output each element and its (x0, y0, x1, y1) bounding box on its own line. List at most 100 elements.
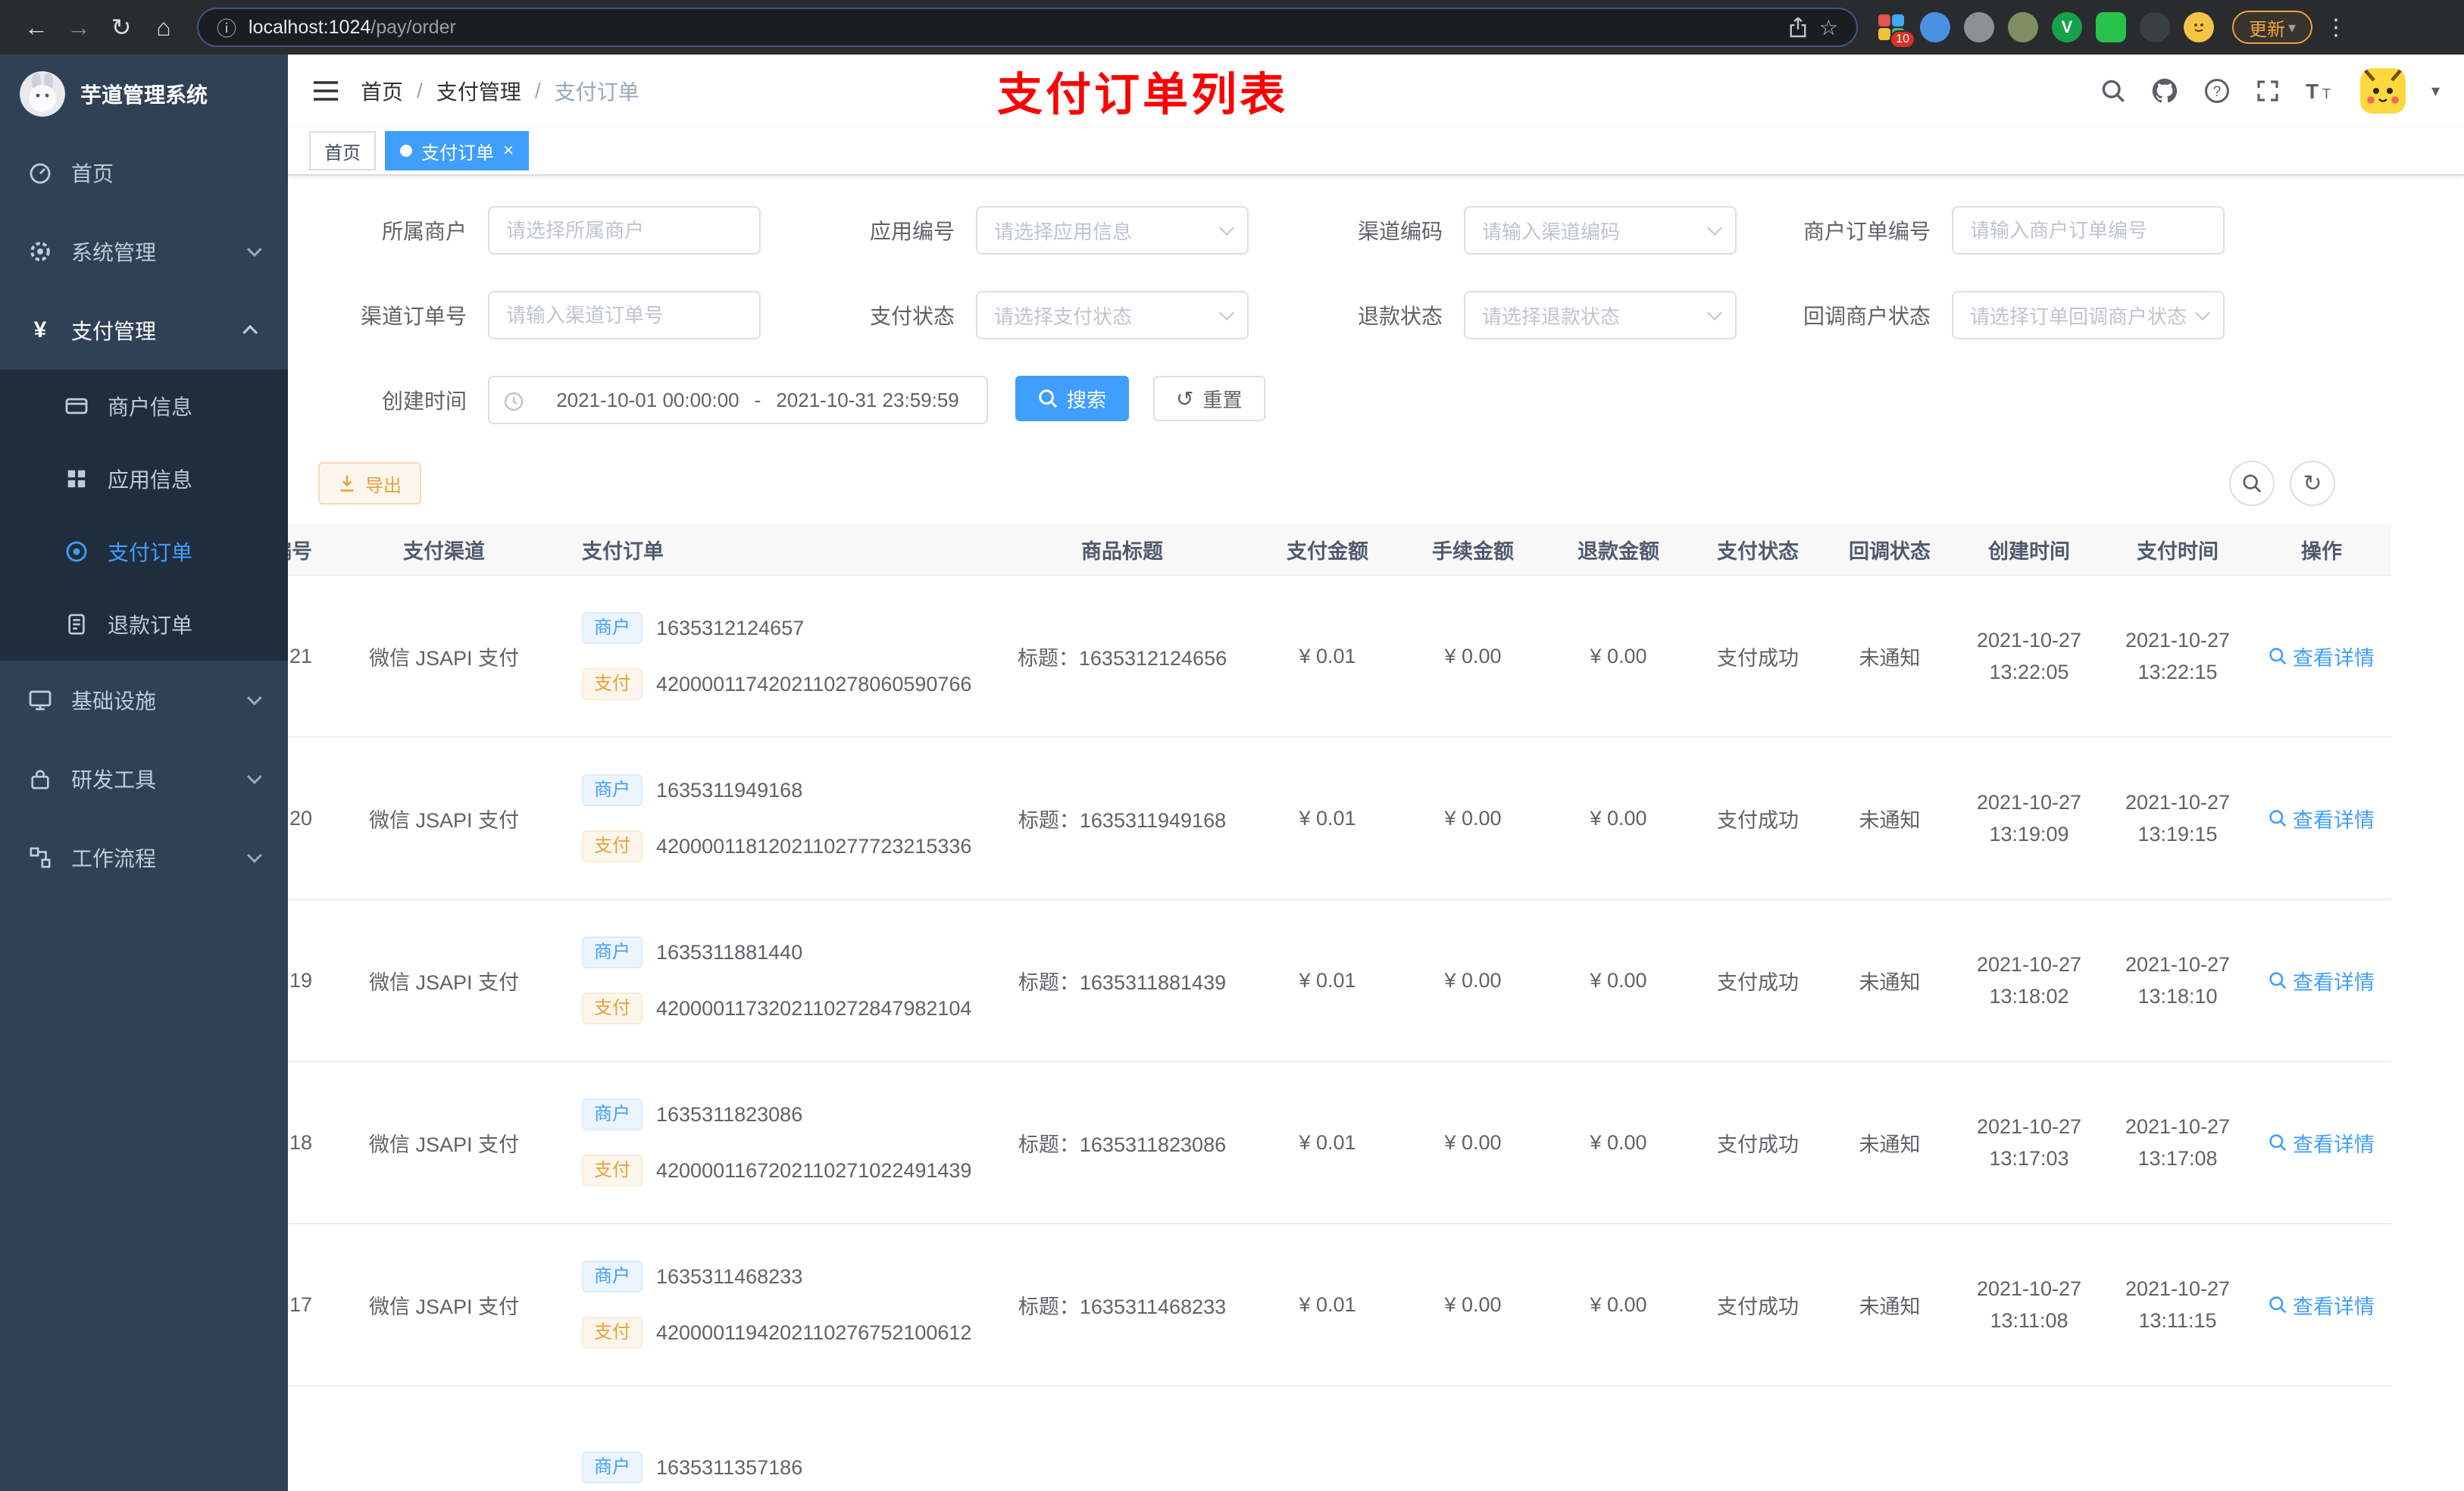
tab-home[interactable]: 首页 (309, 131, 376, 170)
sidebar-item-system[interactable]: 系统管理 (0, 212, 288, 291)
pay-line: 支付 4200001167202110271022491439 (582, 1155, 983, 1186)
green-v-extension-icon[interactable]: V (2052, 12, 2082, 42)
cell-pay-order: 商户 1635311949168 支付 42000011812021102777… (558, 774, 990, 862)
hamburger-icon[interactable] (312, 80, 339, 102)
cell-paid: 2021-10-27 13:17:08 (2125, 1115, 2231, 1170)
cell-status: 支付成功 (1717, 971, 1799, 994)
cell-channel: 微信 JSAPI 支付 (368, 808, 520, 832)
help-icon[interactable]: ? (2204, 78, 2230, 104)
toolbar-right: ↻ (2229, 461, 2335, 506)
merchant-select-input[interactable] (488, 206, 761, 255)
view-detail-link[interactable]: 查看详情 (2269, 966, 2375, 996)
sidebar-item-merchant-info[interactable]: 商户信息 (0, 370, 288, 442)
view-detail-link[interactable]: 查看详情 (2269, 642, 2375, 671)
breadcrumb-pay[interactable]: 支付管理 (436, 76, 521, 106)
cell-paid: 2021-10-27 13:11:15 (2125, 1277, 2231, 1332)
site-info-icon[interactable]: ⓘ (217, 14, 236, 42)
browser-update-button[interactable]: 更新 ▾ (2232, 11, 2313, 44)
avatar-caret-icon[interactable]: ▾ (2431, 81, 2440, 101)
filter-app: 应用编号 请选择应用信息 (806, 206, 1249, 255)
notify-status-select[interactable]: 请选择订单回调商户状态 (1952, 291, 2225, 339)
view-detail-link[interactable]: 查看详情 (2269, 804, 2375, 833)
sidebar-item-workflow[interactable]: 工作流程 (0, 818, 288, 897)
url-bar[interactable]: ⓘ localhost:1024/pay/order ☆ (197, 8, 1858, 47)
share-icon[interactable] (1789, 17, 1807, 38)
refresh-button[interactable]: ↻ (2290, 461, 2335, 506)
merchant-tag: 商户 (582, 612, 643, 644)
user-avatar[interactable] (2359, 68, 2406, 114)
view-detail-link[interactable]: 查看详情 (2269, 1290, 2375, 1320)
cell-id: 18 (289, 1130, 312, 1154)
filter-row-3: 创建时间 2021-10-01 00:00:00 - 2021-10-31 23… (318, 376, 2464, 424)
search-icon[interactable] (2101, 79, 2125, 103)
channel-code-select[interactable]: 请输入渠道编码 (1464, 206, 1737, 255)
app-select[interactable]: 请选择应用信息 (976, 206, 1249, 255)
close-icon[interactable]: × (503, 142, 514, 160)
gear-icon (27, 239, 53, 264)
fullscreen-icon[interactable] (2256, 79, 2280, 103)
browser-home-button[interactable]: ⌂ (142, 6, 185, 48)
cell-pay-order: 商户 1635311823086 支付 42000011672021102710… (558, 1099, 990, 1186)
lock-icon (27, 767, 53, 790)
export-button[interactable]: 导出 (318, 462, 421, 505)
cell-notify: 未通知 (1859, 1133, 1921, 1156)
filter-channel-code: 渠道编码 请输入渠道编码 (1294, 206, 1737, 255)
logo[interactable]: 芋道管理系统 (0, 55, 288, 133)
search-button[interactable]: 搜索 (1015, 376, 1130, 421)
sidebar-item-pay[interactable]: ¥ 支付管理 (0, 291, 288, 370)
olive-extension-icon[interactable] (2008, 12, 2038, 42)
monitor-icon (27, 688, 53, 712)
dark-extension-icon[interactable] (2140, 12, 2170, 42)
github-icon[interactable] (2151, 77, 2178, 105)
cell-pay-order: 商户 1635311468233 支付 42000011942021102767… (558, 1261, 990, 1349)
cell-channel: 微信 JSAPI 支付 (368, 971, 520, 994)
table-row: 19 微信 JSAPI 支付 商户 1635311881440 支付 42000… (288, 900, 2391, 1062)
svg-text:T: T (2322, 86, 2331, 102)
browser-back-button[interactable]: ← (15, 6, 58, 48)
cell-notify: 未通知 (1859, 646, 1921, 670)
browser-chrome: ← → ↻ ⌂ ⓘ localhost:1024/pay/order ☆ 10 … (0, 0, 2464, 55)
sidebar-item-pay-order[interactable]: 支付订单 (0, 515, 288, 588)
sidebar-item-refund-order[interactable]: 退款订单 (0, 588, 288, 661)
cell-notify: 未通知 (1859, 1295, 1921, 1318)
cell-title: 标题：1635311949168 (1018, 808, 1227, 832)
emoji-extension-icon[interactable] (2184, 12, 2214, 42)
sidebar-item-infra[interactable]: 基础设施 (0, 661, 288, 739)
pay-tag: 支付 (582, 668, 643, 700)
clock-icon (503, 391, 524, 412)
pay-line: 支付 4200001173202110272847982104 (582, 992, 983, 1024)
blue-extension-icon[interactable] (1920, 12, 1950, 42)
bookmark-star-icon[interactable]: ☆ (1819, 15, 1838, 40)
extensions-grid-icon[interactable]: 10 (1876, 12, 1915, 48)
record-icon (64, 539, 89, 564)
browser-menu-icon[interactable]: ⋮ (2325, 14, 2347, 41)
browser-reload-button[interactable]: ↻ (100, 6, 142, 48)
merchant-order-no-input[interactable] (1952, 206, 2225, 255)
cell-fee: ¥ 0.00 (1444, 968, 1502, 992)
cell-channel: 微信 JSAPI 支付 (368, 1133, 520, 1156)
gray-extension-icon[interactable] (1964, 12, 1994, 42)
sidebar-item-app-info[interactable]: 应用信息 (0, 442, 288, 515)
pay-line: 支付 4200001174202110278060590766 (582, 668, 983, 700)
pay-status-select[interactable]: 请选择支付状态 (976, 291, 1249, 339)
cell-title: 标题：1635311881439 (1018, 971, 1227, 994)
browser-forward-button[interactable]: → (58, 6, 100, 48)
font-size-icon[interactable]: TT (2306, 79, 2334, 103)
tags-view-bar: 首页 支付订单 × (288, 127, 2464, 176)
merchant-tag: 商户 (582, 1452, 643, 1483)
filter-merchant-order-no: 商户订单编号 (1782, 206, 2225, 255)
cell-paid: 2021-10-27 13:18:10 (2125, 953, 2231, 1008)
tab-pay-order[interactable]: 支付订单 × (385, 131, 530, 170)
toggle-search-button[interactable] (2229, 461, 2275, 506)
view-detail-link[interactable]: 查看详情 (2269, 1128, 2375, 1158)
date-range-picker[interactable]: 2021-10-01 00:00:00 - 2021-10-31 23:59:5… (488, 376, 988, 424)
breadcrumb-home[interactable]: 首页 (361, 76, 403, 106)
sidebar-item-home[interactable]: 首页 (0, 133, 288, 212)
channel-order-no-input[interactable] (488, 291, 761, 339)
refund-status-select[interactable]: 请选择退款状态 (1464, 291, 1737, 339)
pay-line: 支付 4200001194202110276752100612 (582, 1317, 983, 1349)
sidebar-item-dev-tools[interactable]: 研发工具 (0, 739, 288, 818)
pay-order-no: 4200001173202110272847982104 (656, 996, 972, 1020)
reset-button[interactable]: ↺ 重置 (1153, 376, 1265, 421)
green-chat-extension-icon[interactable] (2096, 12, 2126, 42)
